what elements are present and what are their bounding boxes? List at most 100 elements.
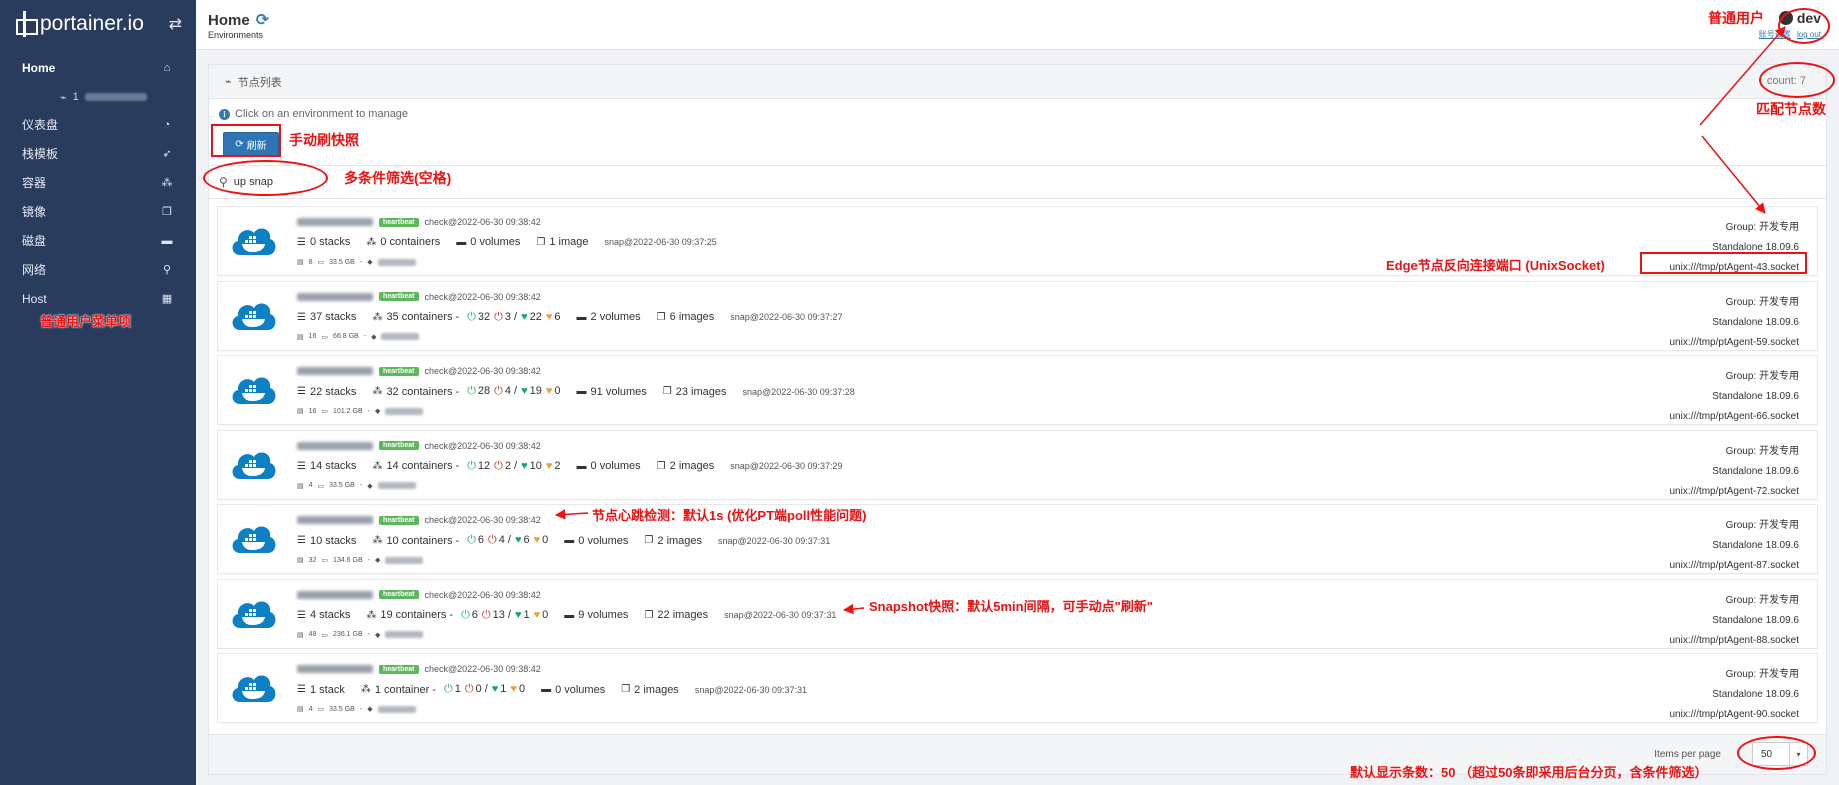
th-list-icon: ☰ [297, 460, 306, 472]
clone-icon: ❐ [162, 206, 172, 218]
environment-card[interactable]: heartbeat check@2022-06-30 09:38:42 ☰ 1 s… [217, 653, 1818, 723]
memory-icon: ▭ [321, 333, 329, 341]
running-count: 12 [477, 459, 491, 472]
endpoint-name: 1 [72, 91, 79, 103]
sidebar-item-volumes[interactable]: 磁盘 ▬ [0, 226, 196, 255]
group-label: Group: 开发专用 [1725, 296, 1799, 308]
memory-icon: ▭ [317, 482, 325, 490]
hdd-icon: ▬ [576, 460, 587, 472]
docker-cloud-icon [232, 526, 276, 553]
tags-redacted [381, 333, 420, 340]
separator: - [367, 631, 370, 638]
th-list-icon: ☰ [297, 311, 306, 323]
sidebar-item-host[interactable]: Host ▦ [0, 284, 196, 313]
stacks-count: 22 stacks [309, 385, 357, 398]
environment-stats: ☰ 22 stacks ⁂ 32 containers - ⏻ 28 ⏻ 4 /♥ 19 ♥ 0… [297, 385, 855, 398]
running-icon: ⏻ [467, 534, 476, 546]
hdd-icon: ▬ [161, 234, 173, 247]
sidebar-endpoint[interactable]: ⌁ 1 [0, 84, 196, 110]
environment-meta: ▤ 8 ▭ 33.5 GB - ◆ [297, 258, 416, 266]
portainer-logo[interactable]: portainer.io [14, 11, 144, 37]
socket-highlight [1640, 252, 1807, 274]
tags-redacted [385, 556, 424, 564]
memory-size: 33.5 GB [329, 705, 355, 713]
stopped-icon: ⏻ [464, 683, 474, 695]
healthy-count: 22 [529, 310, 542, 323]
stacks-stat: ☰ 10 stacks [297, 535, 356, 547]
th-list-icon: ☰ [297, 535, 306, 546]
unhealthy-count: 0 [554, 385, 561, 397]
containers-count: 32 containers - [386, 385, 460, 398]
sidebar-item-templates[interactable]: 栈模板 ➶ [0, 139, 196, 168]
stacks-stat: ☰ 4 stacks [297, 609, 350, 621]
stacks-count: 4 stacks [309, 609, 351, 621]
containers-count: 19 containers - [380, 609, 454, 621]
separator: - [367, 407, 370, 415]
memory-icon: ▭ [321, 631, 329, 639]
stopped-count: 0 / [475, 683, 488, 695]
healthy-icon: ♥ [521, 310, 528, 323]
heartbeat-badge: heartbeat [379, 292, 419, 301]
heartbeat-badge: heartbeat [379, 217, 419, 227]
sidebar-item-containers[interactable]: 容器 ⁂ [0, 168, 196, 197]
images-count: 23 images [675, 385, 727, 398]
container-status: ⏻ 28 ⏻ 4 /♥ 19 ♥ 0 [463, 385, 560, 398]
sidebar-item-label: 栈模板 [22, 147, 59, 161]
count-highlight [1759, 62, 1835, 98]
environment-card[interactable]: heartbeat check@2022-06-30 09:38:42 ☰ 14 … [217, 429, 1818, 500]
stopped-icon: ⏻ [494, 385, 503, 397]
volumes-count: 0 volumes [590, 460, 641, 472]
environment-card[interactable]: heartbeat check@2022-06-30 09:38:42 ☰ 37 … [217, 280, 1818, 351]
volumes-stat: ▬ 0 volumes [564, 535, 628, 547]
sidebar-toggle-icon[interactable]: ⇄ [169, 14, 182, 34]
environment-card[interactable]: heartbeat check@2022-06-30 09:38:42 ☰ 10 … [217, 504, 1818, 574]
engine-label: Standalone 18.09.6 [1712, 391, 1799, 402]
environment-name-redacted [297, 590, 373, 599]
cpu-icon: ▤ [297, 333, 304, 341]
stacks-stat: ☰ 1 stack [297, 684, 345, 696]
sidebar-item-dashboard[interactable]: 仪表盘 ◔ [0, 110, 196, 139]
containers-count: 0 containers [380, 236, 441, 248]
sidebar-item-label: 镜像 [22, 205, 47, 219]
search-highlight [203, 160, 328, 196]
annotation-match-count: 匹配节点数 [1756, 101, 1826, 117]
images-count: 2 images [669, 460, 715, 472]
environment-meta: ▤ 16 ▭ 101.2 GB - ◆ [297, 407, 424, 415]
user-highlight [1778, 8, 1830, 44]
info-text: Click on an environment to manage [235, 108, 409, 120]
annotation-edge-port: Edge节点反向连接端口 (UnixSocket) [1386, 258, 1605, 273]
engine-label: Standalone 18.09.6 [1712, 614, 1799, 626]
clone-icon: ❐ [644, 535, 654, 546]
tags-icon: ◆ [374, 631, 381, 639]
images-stat: ❐ 6 images [657, 311, 715, 323]
sidebar-item-home[interactable]: Home ⌂ [0, 52, 196, 84]
dashboard-icon: ◔ [163, 118, 171, 131]
refresh-icon[interactable]: ⟳ [256, 10, 269, 30]
search-bar: ⚲ [209, 165, 1826, 199]
environment-meta: ▤ 4 ▭ 33.5 GB - ◆ [297, 482, 416, 490]
snapshot-timestamp: snap@2022-06-30 09:37:28 [742, 386, 855, 397]
socket-url: unix:///tmp/ptAgent-90.socket [1669, 709, 1799, 720]
stopped-icon: ⏻ [494, 459, 503, 472]
heartbeat-badge: heartbeat [379, 664, 419, 674]
annotation-user-menu: 普通用户菜单项 [40, 314, 132, 329]
sidebar-item-images[interactable]: 镜像 ❐ [0, 197, 196, 226]
panel-header: ⌁ 节点列表 [209, 65, 1826, 99]
check-timestamp: check@2022-06-30 09:38:42 [424, 217, 541, 227]
tags-icon: ◆ [374, 408, 381, 415]
images-count: 1 image [549, 236, 589, 248]
docker-cloud-icon [232, 377, 276, 404]
environment-card[interactable]: heartbeat check@2022-06-30 09:38:42 ☰ 22 … [217, 355, 1818, 425]
hdd-icon: ▬ [576, 311, 587, 323]
rocket-icon: ➶ [162, 148, 172, 160]
separator: - [359, 482, 363, 489]
running-icon: ⏻ [467, 310, 476, 323]
check-timestamp: check@2022-06-30 09:38:42 [424, 366, 541, 376]
check-timestamp: check@2022-06-30 09:38:42 [424, 664, 541, 674]
sidebar-item-networks[interactable]: 网络 ⚲ [0, 255, 196, 284]
sitemap-icon: ⚲ [162, 264, 172, 276]
portainer-logo-icon [14, 11, 38, 37]
environment-stats: ☰ 14 stacks ⁂ 14 containers - ⏻ 12 ⏻ 2 /♥ 10 ♥ 2… [297, 460, 843, 473]
stopped-icon: ⏻ [494, 310, 503, 323]
volumes-stat: ▬ 0 volumes [577, 460, 641, 472]
